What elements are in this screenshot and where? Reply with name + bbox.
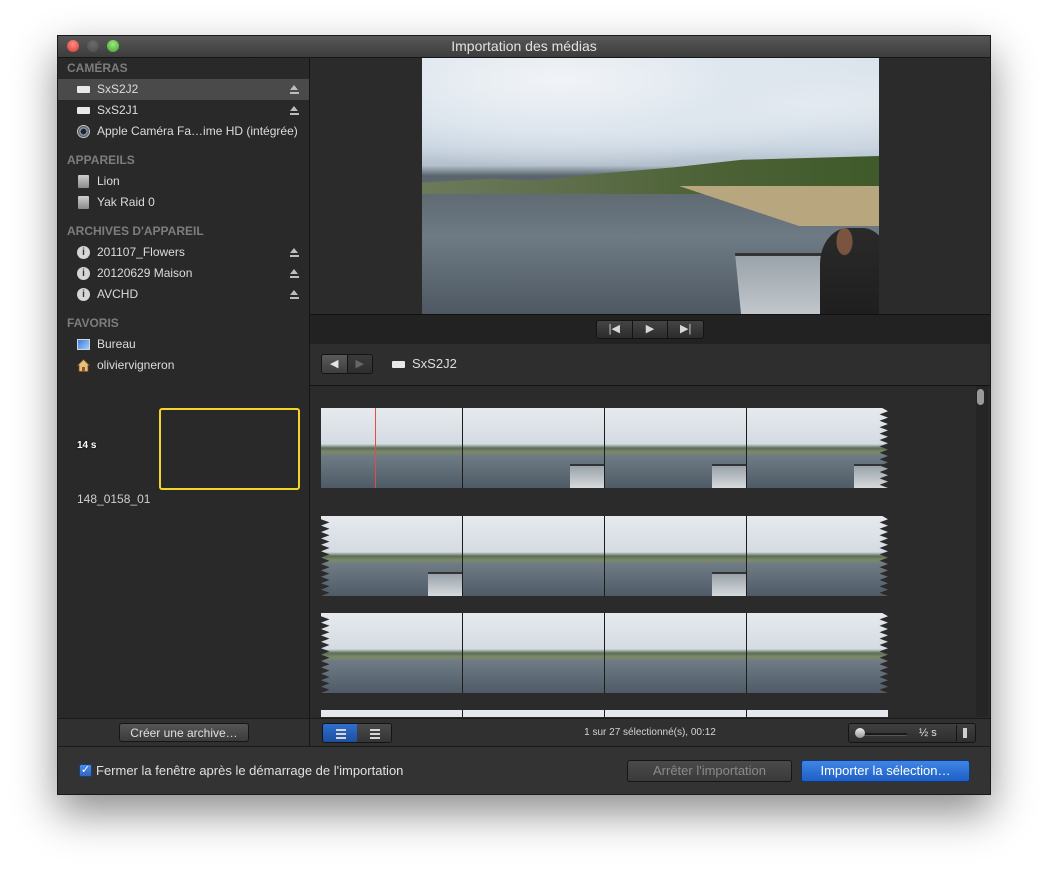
import-window: Importation des médias CAMÉRAS SxS2J2 Sx… bbox=[57, 35, 991, 795]
forward-button[interactable]: ▶ bbox=[346, 355, 372, 373]
sidebar-item-label: 20120629 Maison bbox=[97, 266, 193, 280]
previous-icon[interactable]: |◀ bbox=[597, 321, 633, 338]
clip-filmstrip[interactable] bbox=[321, 613, 888, 693]
clip-filmstrip[interactable] bbox=[321, 710, 888, 717]
preview-people bbox=[820, 228, 879, 314]
eject-icon[interactable] bbox=[290, 248, 299, 257]
clip-browser bbox=[310, 386, 990, 717]
section-device-archives: ARCHIVES D'APPAREIL bbox=[67, 224, 204, 238]
window-title: Importation des médias bbox=[451, 38, 597, 54]
clip-frame bbox=[747, 408, 888, 488]
clip-frame bbox=[321, 613, 463, 693]
clip-name: 148_0158_01 bbox=[77, 492, 151, 506]
next-icon[interactable]: ▶| bbox=[668, 321, 703, 338]
clip-height-icon[interactable] bbox=[956, 725, 973, 741]
skimmer-playhead[interactable] bbox=[375, 408, 376, 488]
clip-frame bbox=[605, 613, 747, 693]
clip-frame bbox=[463, 516, 605, 596]
section-favorites: FAVORIS bbox=[67, 316, 119, 330]
archive-icon: i bbox=[77, 246, 90, 259]
sidebar-item-bureau[interactable]: Bureau bbox=[58, 334, 309, 355]
archive-icon: i bbox=[77, 288, 90, 301]
zoom-label: ½ s bbox=[919, 727, 937, 739]
home-icon bbox=[77, 359, 90, 372]
clip-frame bbox=[605, 516, 747, 596]
clip-frame bbox=[321, 516, 463, 596]
import-selection-button[interactable]: Importer la sélection… bbox=[801, 760, 970, 782]
current-location: SxS2J2 bbox=[412, 356, 457, 371]
camera-icon bbox=[392, 361, 405, 368]
eject-icon[interactable] bbox=[290, 85, 299, 94]
section-cameras: CAMÉRAS bbox=[67, 61, 128, 75]
sidebar-item-label: Bureau bbox=[97, 337, 136, 351]
back-button[interactable]: ◀ bbox=[322, 355, 347, 373]
browser-toolbar: 1 sur 27 sélectionné(s), 00:12 ½ s bbox=[310, 718, 990, 746]
clip-filmstrip[interactable] bbox=[321, 516, 888, 596]
sidebar-item-facetime-camera[interactable]: Apple Caméra Fa…ime HD (intégrée) bbox=[58, 121, 309, 142]
sidebar-item-label: SxS2J1 bbox=[97, 103, 139, 117]
sidebar-item-label: AVCHD bbox=[97, 287, 139, 301]
clip-frame bbox=[605, 710, 747, 717]
sidebar-footer: Créer une archive… bbox=[58, 718, 310, 746]
clip-frame bbox=[605, 408, 747, 488]
facetime-camera-icon bbox=[77, 125, 90, 138]
desktop-icon bbox=[77, 339, 90, 350]
sidebar-item-maison-archive[interactable]: i 20120629 Maison bbox=[58, 263, 309, 284]
sidebar-item-flowers-archive[interactable]: i 201107_Flowers bbox=[58, 242, 309, 263]
clip-duration: 14 s bbox=[77, 440, 97, 451]
sidebar-item-home[interactable]: oliviervigneron bbox=[58, 355, 309, 376]
zoom-slider-knob[interactable] bbox=[855, 728, 865, 738]
preview-shore bbox=[679, 186, 879, 226]
sidebar-item-avchd-archive[interactable]: i AVCHD bbox=[58, 284, 309, 305]
video-preview bbox=[422, 58, 879, 314]
sidebar-item-sxs2j1[interactable]: SxS2J1 bbox=[58, 100, 309, 121]
clip-filmstrip[interactable] bbox=[321, 408, 888, 488]
clip-frame bbox=[747, 516, 888, 596]
clip-frame bbox=[321, 408, 463, 488]
title-bar: Importation des médias bbox=[58, 36, 990, 58]
sidebar-item-sxs2j2[interactable]: SxS2J2 bbox=[58, 79, 309, 100]
location-bar: ◀ ▶ SxS2J2 bbox=[310, 344, 990, 386]
zoom-slider-track[interactable] bbox=[859, 733, 907, 736]
clip-frame bbox=[463, 710, 605, 717]
eject-icon[interactable] bbox=[290, 269, 299, 278]
transport-bar: |◀ ▶ ▶| bbox=[310, 314, 990, 345]
checkbox-label[interactable]: Fermer la fenêtre après le démarrage de … bbox=[96, 763, 403, 778]
sidebar-item-label: SxS2J2 bbox=[97, 82, 139, 96]
camera-icon bbox=[77, 107, 90, 114]
play-icon[interactable]: ▶ bbox=[633, 321, 669, 338]
sidebar-item-label: Apple Caméra Fa…ime HD (intégrée) bbox=[97, 124, 298, 138]
clip-frame bbox=[747, 613, 888, 693]
close-after-import-checkbox[interactable]: ✓ bbox=[79, 764, 92, 777]
section-devices: APPAREILS bbox=[67, 153, 135, 167]
dialog-footer: ✓ Fermer la fenêtre après le démarrage d… bbox=[58, 746, 990, 794]
hard-disk-icon bbox=[78, 196, 89, 209]
sidebar-item-yak-raid[interactable]: Yak Raid 0 bbox=[58, 192, 309, 213]
clip-frame bbox=[321, 710, 463, 717]
clip-frame bbox=[463, 408, 605, 488]
create-archive-button[interactable]: Créer une archive… bbox=[119, 723, 249, 742]
scrollbar-thumb[interactable] bbox=[977, 389, 984, 405]
stop-import-button[interactable]: Arrêter l'importation bbox=[627, 760, 792, 782]
sidebar-item-label: Yak Raid 0 bbox=[97, 195, 155, 209]
history-navigation: ◀ ▶ bbox=[321, 354, 373, 374]
filmstrip-zoom-control[interactable]: ½ s bbox=[848, 723, 976, 743]
sidebar-item-label: Lion bbox=[97, 174, 120, 188]
sidebar-item-label: oliviervigneron bbox=[97, 358, 175, 372]
clip-frame bbox=[463, 613, 605, 693]
selection-range[interactable] bbox=[159, 408, 300, 490]
transport-controls: |◀ ▶ ▶| bbox=[596, 320, 704, 339]
sidebar: CAMÉRAS SxS2J2 SxS2J1 Apple Caméra Fa…im… bbox=[58, 58, 310, 718]
eject-icon[interactable] bbox=[290, 106, 299, 115]
preview-sky bbox=[422, 58, 879, 168]
eject-icon[interactable] bbox=[290, 290, 299, 299]
clip-frame bbox=[747, 710, 888, 717]
vertical-scrollbar[interactable] bbox=[976, 386, 988, 717]
hard-disk-icon bbox=[78, 175, 89, 188]
sidebar-item-lion[interactable]: Lion bbox=[58, 171, 309, 192]
sidebar-item-label: 201107_Flowers bbox=[97, 245, 185, 259]
archive-icon: i bbox=[77, 267, 90, 280]
camera-icon bbox=[77, 86, 90, 93]
